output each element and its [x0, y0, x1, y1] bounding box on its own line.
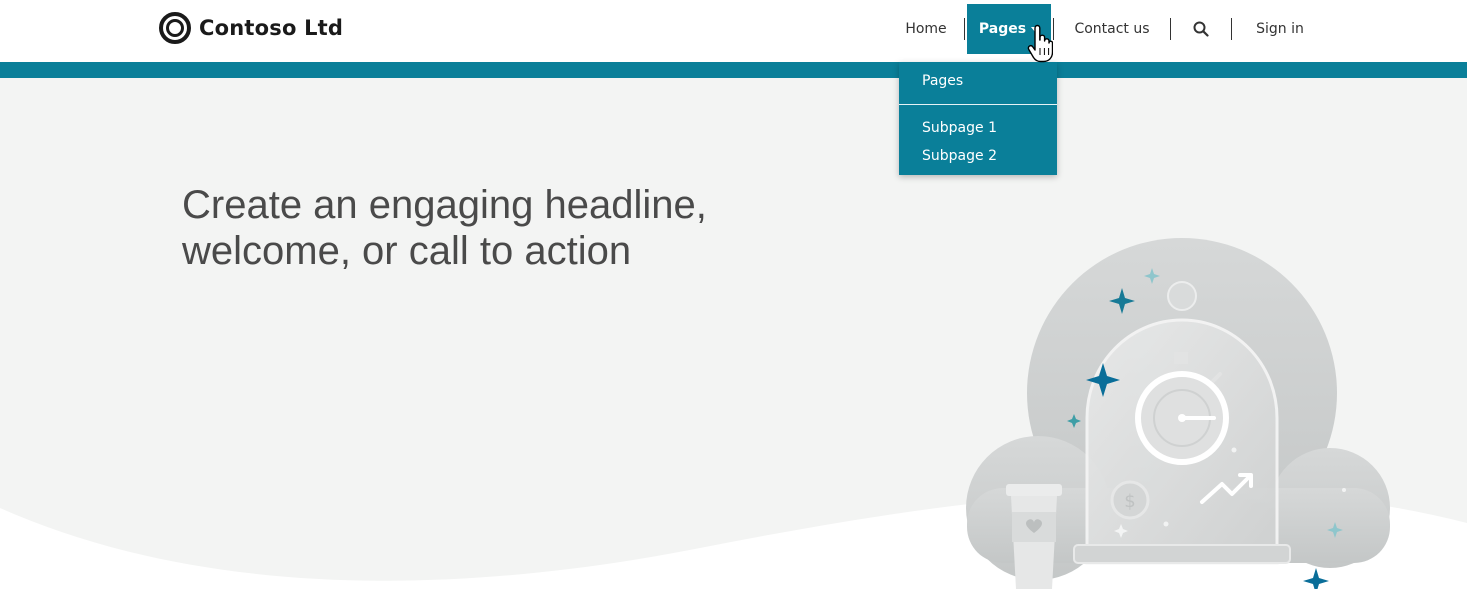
search-icon: [1193, 21, 1209, 37]
dropdown-item-subpage-1[interactable]: Subpage 1: [922, 120, 997, 136]
hand-cursor-icon: [1027, 24, 1053, 63]
dropdown-item-pages[interactable]: Pages: [922, 73, 963, 89]
nav-divider: [1053, 18, 1054, 40]
main-nav: Home Pages Contact us Sign in: [890, 4, 1326, 54]
nav-divider: [1170, 18, 1171, 40]
nav-pages-label: Pages: [978, 21, 1027, 37]
dropdown-item-subpage-2[interactable]: Subpage 2: [922, 148, 997, 164]
hero-headline: Create an engaging headline, welcome, or…: [182, 183, 707, 273]
dropdown-divider: [899, 104, 1057, 105]
stopwatch-dome-illustration: $: [966, 238, 1390, 589]
hero-section: Create an engaging headline, welcome, or…: [0, 78, 1467, 589]
nav-sign-in[interactable]: Sign in: [1234, 4, 1326, 54]
brand[interactable]: Contoso Ltd: [158, 11, 343, 45]
site-header: Contoso Ltd Home Pages Contact us Sign i…: [0, 0, 1467, 62]
nav-contact-us[interactable]: Contact us: [1056, 4, 1168, 54]
svg-text:$: $: [1124, 491, 1135, 512]
nav-search-button[interactable]: [1173, 4, 1229, 54]
ring-logo-icon: [159, 12, 191, 44]
brand-name: Contoso Ltd: [199, 16, 344, 40]
nav-home-label: Home: [905, 21, 947, 37]
nav-home[interactable]: Home: [890, 4, 962, 54]
nav-divider: [964, 18, 965, 40]
accent-bar: [0, 62, 1467, 78]
nav-divider: [1231, 18, 1232, 40]
coin-icon: $: [1110, 480, 1150, 520]
nav-contact-label: Contact us: [1074, 21, 1150, 37]
nav-sign-in-label: Sign in: [1256, 21, 1304, 37]
pages-dropdown-menu: Pages Subpage 1 Subpage 2: [899, 62, 1057, 175]
